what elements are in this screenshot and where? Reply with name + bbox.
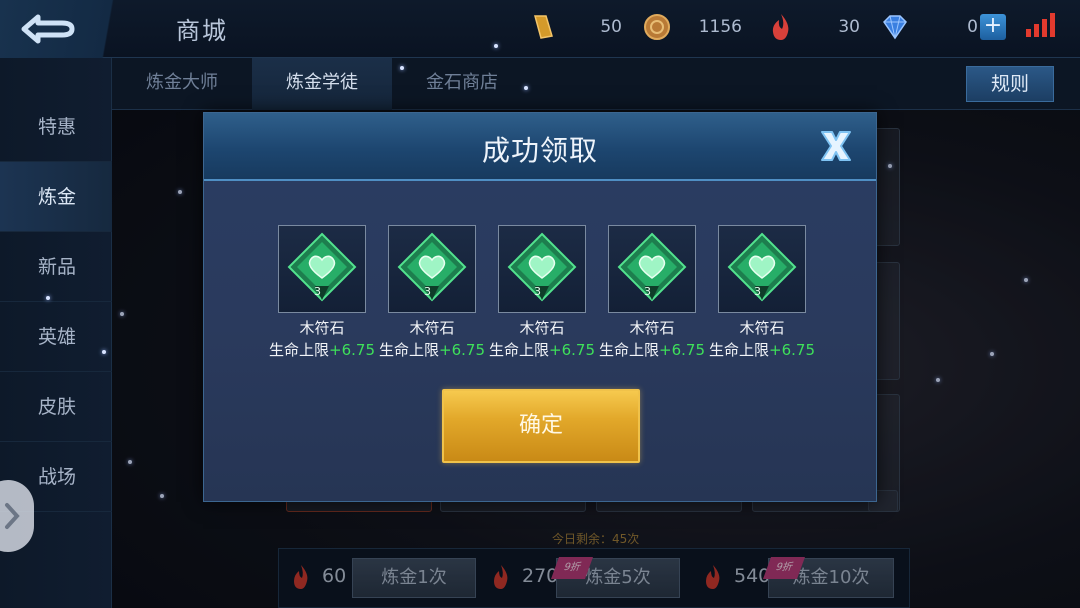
top-bar: 商城 50 1156 30 0 + <box>0 0 1080 58</box>
star-sparkle <box>46 296 50 300</box>
tab-gold-stone-shop[interactable]: 金石商店 <box>392 58 532 110</box>
rune-level: 3 <box>644 285 651 298</box>
close-icon[interactable] <box>816 127 856 165</box>
diamond-icon <box>883 15 907 40</box>
star-sparkle <box>102 350 106 354</box>
reward-name: 木符石 <box>519 319 565 337</box>
dialog-title: 成功领取 <box>481 134 598 167</box>
rune-level: 3 <box>314 285 321 298</box>
reward-item: 3 木符石 生命上限+6.75 <box>480 225 595 365</box>
reward-slot: 3 <box>388 225 476 313</box>
tab-alchemy-apprentice[interactable]: 炼金学徒 <box>252 58 392 110</box>
rules-button[interactable]: 规则 <box>966 66 1054 102</box>
wood-rune-stone-icon <box>617 232 687 302</box>
rune-level: 3 <box>754 285 761 298</box>
reward-name: 木符石 <box>739 319 785 337</box>
reward-item: 3 木符石 生命上限+6.75 <box>260 225 375 365</box>
alchemy-counter: 30 <box>766 12 860 42</box>
sidebar-item-deals[interactable]: 特惠 <box>0 92 112 162</box>
add-diamond-button[interactable]: + <box>980 14 1006 40</box>
reward-name: 木符石 <box>629 319 675 337</box>
chevron-right-icon <box>5 503 20 529</box>
coupon-counter: 50 <box>528 12 622 42</box>
tab-alchemy-master[interactable]: 炼金大师 <box>112 58 252 110</box>
page-title: 商城 <box>176 17 228 45</box>
expand-sidebar-button[interactable] <box>0 480 34 552</box>
reward-item: 3 木符石 生命上限+6.75 <box>370 225 485 365</box>
signal-strength-icon <box>1026 13 1060 37</box>
sidebar-item-new[interactable]: 新品 <box>0 232 112 302</box>
sidebar-item-alchemy[interactable]: 炼金 <box>0 162 112 232</box>
reward-slot: 3 <box>278 225 366 313</box>
reward-stat: 生命上限+6.75 <box>709 341 815 359</box>
sidebar-item-skins[interactable]: 皮肤 <box>0 372 112 442</box>
wood-rune-stone-icon <box>507 232 577 302</box>
wood-rune-stone-icon <box>727 232 797 302</box>
star-sparkle <box>494 44 498 48</box>
reward-item: 3 木符石 生命上限+6.75 <box>700 225 815 365</box>
reward-name: 木符石 <box>299 319 345 337</box>
rune-level: 3 <box>534 285 541 298</box>
dialog-header: 成功领取 <box>204 113 876 181</box>
diamond-counter: 0 <box>880 12 978 42</box>
back-arrow-icon <box>21 14 75 44</box>
reward-slot: 3 <box>608 225 696 313</box>
confirm-button[interactable]: 确定 <box>442 389 640 463</box>
gold-counter: 1156 <box>642 12 742 42</box>
alchemy-flame-icon <box>772 14 789 40</box>
reward-dialog: 成功领取 3 木符石 生命上限+6.75 3 木符石 生命上限+6.75 3 木… <box>203 112 877 502</box>
reward-item: 3 木符石 生命上限+6.75 <box>590 225 705 365</box>
reward-name: 木符石 <box>409 319 455 337</box>
back-button[interactable] <box>0 0 150 58</box>
tab-bar: 炼金大师 炼金学徒 金石商店 <box>112 58 1080 110</box>
sidebar-item-heroes[interactable]: 英雄 <box>0 302 112 372</box>
wood-rune-stone-icon <box>287 232 357 302</box>
reward-slot: 3 <box>498 225 586 313</box>
coupon-icon <box>534 15 553 39</box>
gold-coin-icon <box>644 14 670 40</box>
rune-level: 3 <box>424 285 431 298</box>
star-sparkle <box>400 66 404 70</box>
wood-rune-stone-icon <box>397 232 467 302</box>
star-sparkle <box>524 86 528 90</box>
reward-slot: 3 <box>718 225 806 313</box>
